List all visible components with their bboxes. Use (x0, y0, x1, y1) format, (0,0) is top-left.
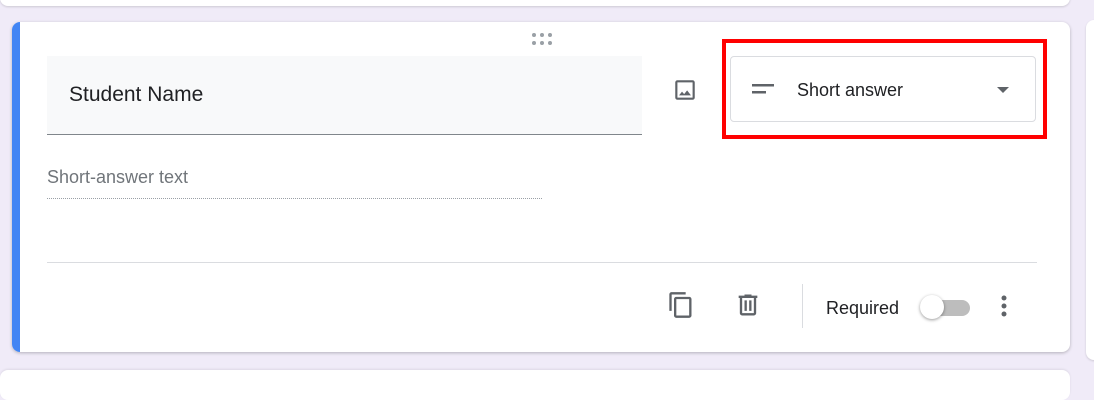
required-label: Required (826, 298, 900, 318)
more-vert-icon[interactable] (990, 290, 1018, 322)
required-toggle[interactable] (920, 294, 972, 320)
side-toolbar-edge (1086, 20, 1094, 360)
footer-separator (802, 284, 803, 328)
highlight-annotation (722, 39, 1047, 139)
previous-card (0, 0, 1070, 6)
question-title[interactable]: Student Name (69, 83, 203, 107)
next-card (0, 370, 1070, 400)
footer-divider (47, 262, 1037, 263)
active-indicator (12, 22, 20, 352)
trash-icon[interactable] (730, 287, 766, 323)
short-answer-placeholder: Short-answer text (47, 166, 542, 199)
image-icon[interactable] (668, 73, 702, 107)
toggle-thumb (920, 295, 944, 319)
question-title-field[interactable]: Student Name (47, 56, 642, 135)
drag-handle-icon[interactable] (530, 32, 554, 46)
copy-icon[interactable] (663, 287, 699, 323)
